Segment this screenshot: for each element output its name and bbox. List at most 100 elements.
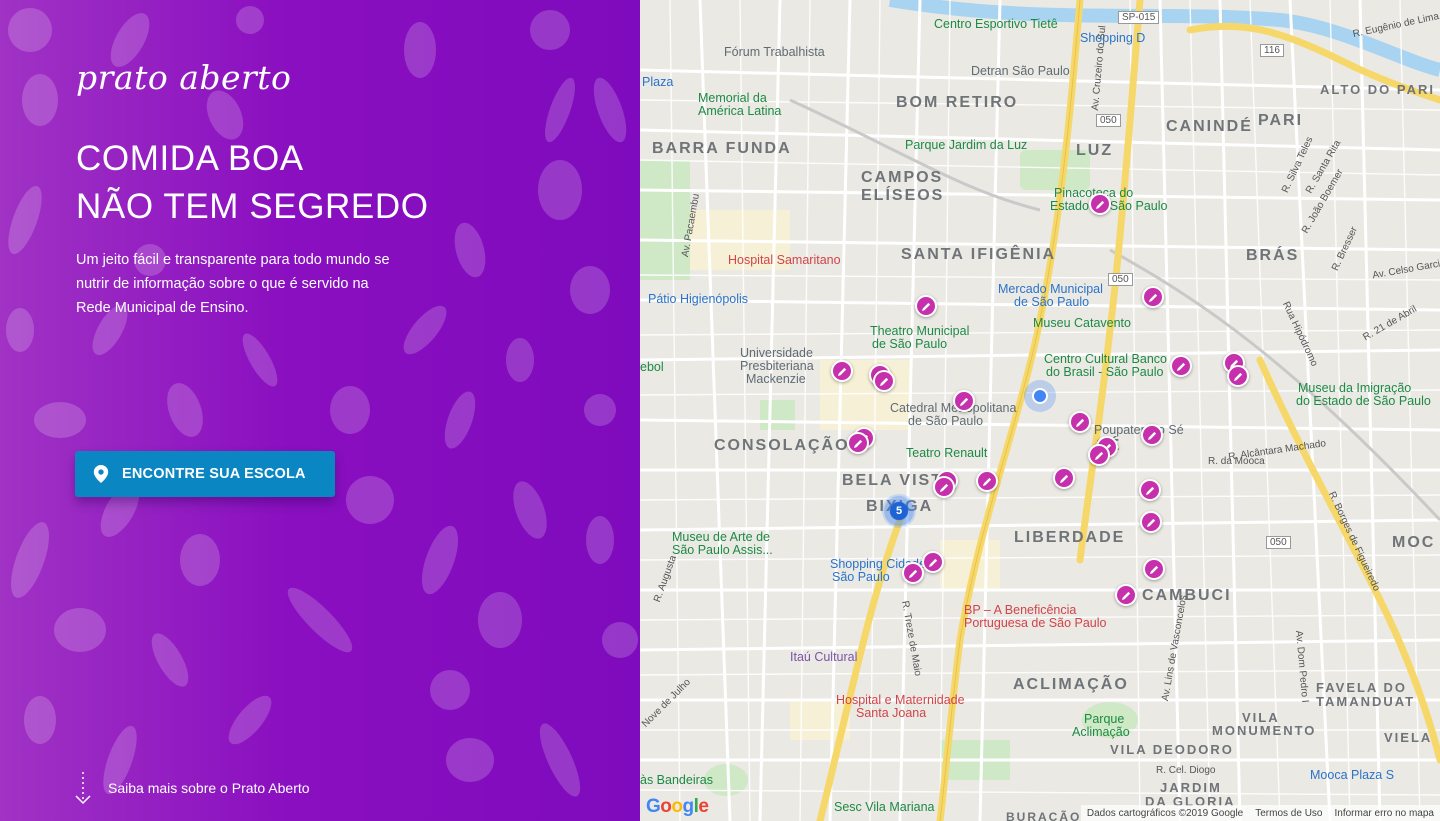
- hero-headline: COMIDA BOA NÃO TEM SEGREDO: [76, 135, 429, 231]
- poi-detran: Detran São Paulo: [971, 64, 1070, 78]
- map-label-santa-ifigenia: SANTA IFIGÊNIA: [901, 246, 1057, 263]
- pencil-icon: [1148, 293, 1157, 302]
- map-label-vila-deodoro: VILA DEODORO: [1110, 742, 1234, 757]
- school-marker[interactable]: [1142, 286, 1164, 308]
- school-marker[interactable]: [1053, 467, 1075, 489]
- map-label-viela: VIELA: [1384, 730, 1433, 745]
- school-marker[interactable]: [1088, 444, 1110, 466]
- poi-bandeiras: às Bandeiras: [640, 773, 713, 787]
- poi-catedral-2: de São Paulo: [908, 414, 984, 428]
- poi-museu-imigracao-2: do Estado de São Paulo: [1296, 394, 1431, 408]
- find-school-button[interactable]: ENCONTRE SUA ESCOLA: [75, 451, 335, 497]
- poi-mackenzie-3: Mackenzie: [746, 372, 806, 386]
- headline-line-2: NÃO TEM SEGREDO: [76, 187, 429, 226]
- road-shield-050-b: 050: [1108, 273, 1133, 286]
- school-marker[interactable]: [1143, 558, 1165, 580]
- poi-mooca-plaza: Mooca Plaza S: [1310, 768, 1395, 782]
- poi-parque-aclimacao-2: Aclimação: [1072, 725, 1130, 739]
- school-marker[interactable]: [831, 360, 853, 382]
- map-attribution-bar: Dados cartográficos ©2019 Google Termos …: [1080, 805, 1440, 821]
- school-marker[interactable]: [1089, 193, 1111, 215]
- map-data-attribution: Dados cartográficos ©2019 Google: [1086, 807, 1244, 819]
- pencil-icon: [837, 367, 846, 376]
- map-label-alto-do-pari: ALTO DO PARI: [1320, 82, 1435, 97]
- poi-mercado-1: Mercado Municipal: [998, 282, 1103, 296]
- poi-centro-esportivo: Centro Esportivo Tietê: [934, 17, 1058, 31]
- school-marker[interactable]: [1069, 411, 1091, 433]
- poi-beneficencia-2: Portuguesa de São Paulo: [964, 616, 1107, 630]
- poi-sesc-vila-mariana: Sesc Vila Mariana: [834, 800, 935, 814]
- pencil-icon: [928, 558, 937, 567]
- school-marker[interactable]: [1141, 424, 1163, 446]
- poi-patio-higienopolis: Pátio Higienópolis: [648, 292, 749, 306]
- pencil-icon: [1176, 362, 1185, 371]
- marker-cluster[interactable]: 5: [882, 494, 916, 528]
- poi-museu-catavento: Museu Catavento: [1033, 316, 1131, 330]
- report-map-error-link[interactable]: Informar erro no mapa: [1335, 808, 1435, 819]
- poi-ccbb-2: do Brasil - São Paulo: [1046, 365, 1164, 379]
- school-marker[interactable]: [1227, 365, 1249, 387]
- hero-lead-text: Um jeito fácil e transparente para todo …: [76, 252, 390, 316]
- poi-itau-cultural: Itaú Cultural: [790, 650, 858, 664]
- school-marker[interactable]: [847, 432, 869, 454]
- terms-of-use-link[interactable]: Termos de Uso: [1255, 808, 1322, 819]
- school-marker[interactable]: [976, 470, 998, 492]
- school-map[interactable]: BOM RETIRO BARRA FUNDA CAMPOS ELÍSEOS LU…: [640, 0, 1440, 821]
- school-marker[interactable]: [1139, 479, 1161, 501]
- poi-ccbb-1: Centro Cultural Banco: [1044, 352, 1167, 366]
- poi-parque-aclimacao-1: Parque: [1084, 712, 1125, 726]
- pencil-icon: [853, 439, 862, 448]
- school-marker[interactable]: [915, 295, 937, 317]
- pencil-icon: [1146, 518, 1155, 527]
- pencil-icon: [1095, 200, 1104, 209]
- road-shield-050-c: 050: [1266, 536, 1291, 549]
- road-shield-sp015: SP-015: [1118, 11, 1160, 24]
- pencil-icon: [939, 483, 948, 492]
- poi-shopping-d: Shopping D: [1080, 31, 1146, 45]
- map-label-bom-retiro: BOM RETIRO: [896, 94, 1019, 111]
- poi-ebol: ebol: [640, 360, 664, 374]
- map-label-caninde: CANINDÉ: [1166, 118, 1253, 135]
- google-logo: Google: [646, 796, 709, 817]
- map-pin-icon: [93, 465, 109, 483]
- pencil-icon: [1121, 591, 1130, 600]
- road-shield-116: 116: [1260, 44, 1284, 57]
- school-marker[interactable]: [1170, 355, 1192, 377]
- school-marker[interactable]: [873, 370, 895, 392]
- pencil-icon: [1145, 486, 1154, 495]
- learn-more-link[interactable]: Saiba mais sobre o Prato Aberto: [74, 770, 310, 806]
- find-school-label: ENCONTRE SUA ESCOLA: [122, 466, 306, 482]
- school-marker[interactable]: [953, 390, 975, 412]
- school-marker[interactable]: [902, 562, 924, 584]
- poi-mercado-2: de São Paulo: [1014, 295, 1090, 309]
- poi-mackenzie-1: Universidade: [740, 346, 813, 360]
- poi-theatro-2: de São Paulo: [872, 337, 948, 351]
- pencil-icon: [959, 397, 968, 406]
- poi-beneficencia-1: BP – A Beneficência: [964, 603, 1077, 617]
- school-marker[interactable]: [1115, 584, 1137, 606]
- map-label-favela: FAVELA DO: [1316, 680, 1407, 695]
- headline-line-1: COMIDA BOA: [76, 139, 304, 178]
- school-marker[interactable]: [933, 476, 955, 498]
- map-label-monumento: MONUMENTO: [1212, 723, 1317, 738]
- school-marker[interactable]: [1140, 511, 1162, 533]
- poi-teatro-renault: Teatro Renault: [906, 446, 988, 460]
- pencil-icon: [1075, 418, 1084, 427]
- current-location-dot: [1024, 380, 1056, 412]
- map-label-barra-funda: BARRA FUNDA: [652, 140, 792, 157]
- poi-masp-1: Museu de Arte de: [672, 530, 770, 544]
- street-da-mooca: R. da Mooca: [1208, 456, 1265, 467]
- map-label-aclimacao: ACLIMAÇÃO: [1013, 676, 1129, 693]
- school-marker[interactable]: [922, 551, 944, 573]
- map-label-pari: PARI: [1258, 112, 1304, 129]
- poi-theatro-1: Theatro Municipal: [870, 324, 970, 338]
- pencil-icon: [1059, 474, 1068, 483]
- poi-shopping-cidade-2: São Paulo: [832, 570, 890, 584]
- map-label-buracao: BURAÇÃO: [1006, 810, 1082, 821]
- poi-museu-imigracao-1: Museu da Imigração: [1298, 381, 1412, 395]
- pencil-icon: [908, 569, 917, 578]
- poi-memorial-1: Memorial da: [698, 91, 767, 105]
- map-label-liberdade: LIBERDADE: [1014, 529, 1126, 546]
- app-logo: prato aberto: [76, 58, 292, 97]
- pencil-icon: [1233, 372, 1242, 381]
